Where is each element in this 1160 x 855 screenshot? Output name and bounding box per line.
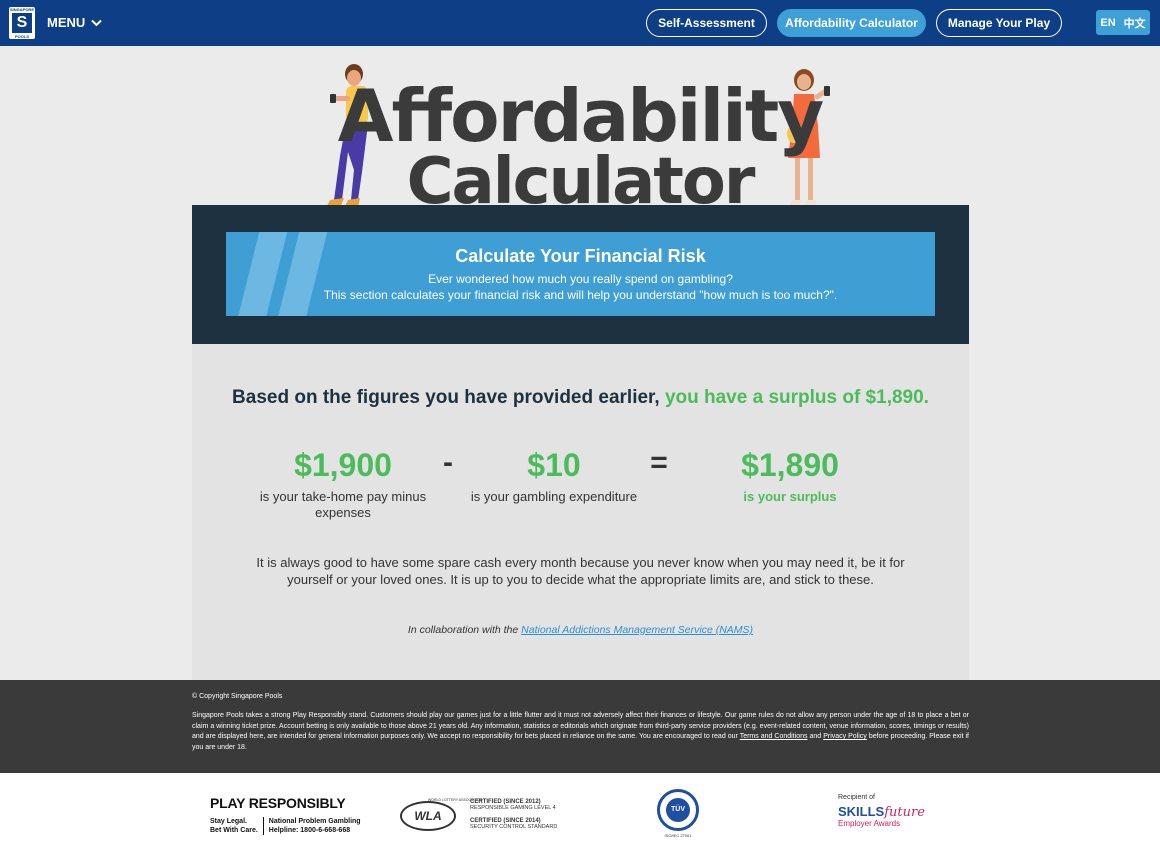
self-assessment-button[interactable]: Self-Assessment — [646, 9, 767, 37]
logo-letter: S — [12, 13, 32, 33]
manage-your-play-button[interactable]: Manage Your Play — [936, 9, 1062, 37]
equals-operator: = — [650, 446, 668, 479]
pr-left2: Bet With Care. — [210, 827, 258, 834]
language-switcher[interactable]: EN 中文 — [1096, 10, 1150, 35]
surplus-description: is your surplus — [743, 489, 837, 504]
advice-text: It is always good to have some spare cas… — [256, 555, 905, 587]
wla-cert1-desc: RESPONSIBLE GAMING LEVEL 4 — [470, 805, 556, 811]
collab-prefix: In collaboration with the — [407, 624, 519, 636]
sf-awards: Employer Awards — [838, 819, 901, 828]
collaboration-note: In collaboration with the National Addic… — [192, 624, 969, 636]
sf-skills: SKILLS — [838, 804, 885, 819]
pr-title: PLAY RESPONSIBLY — [210, 795, 346, 811]
financial-risk-banner: Calculate Your Financial Risk Ever wonde… — [226, 232, 935, 316]
sf-recipient: Recipient of — [838, 794, 875, 801]
tuv-certification-badge: TÜV — [657, 789, 699, 831]
banner-line1: Ever wondered how much you really spend … — [428, 272, 733, 286]
nams-link[interactable]: National Addictions Management Service (… — [521, 624, 753, 636]
chevron-down-icon — [91, 19, 102, 26]
lang-zh[interactable]: 中文 — [1124, 15, 1146, 31]
disclaimer-text: Singapore Pools takes a strong Play Resp… — [192, 711, 969, 753]
income-description: is your take-home pay minus expenses — [259, 489, 427, 520]
tuv-caption: ISO/IEC 27001 — [664, 833, 692, 838]
lang-en[interactable]: EN — [1100, 17, 1115, 29]
wla-logo-mark: WLA — [400, 801, 456, 831]
logo-bottom-text: POOLS — [14, 34, 29, 39]
copyright-text: © Copyright Singapore Pools — [192, 693, 283, 700]
wla-certification-logo: WLA WORLD LOTTERY ASSOCIATION CERTIFIED … — [400, 797, 560, 833]
top-navigation-bar: SINGAPORE S POOLS MENU Self-Assessment A… — [0, 0, 1160, 46]
tuv-label: TÜV — [666, 798, 690, 822]
result-section: Based on the figures you have provided e… — [192, 344, 969, 680]
logo-top-text: SINGAPORE — [9, 7, 34, 12]
menu-button[interactable]: MENU — [47, 15, 102, 30]
banner-line2: This section calculates your financial r… — [323, 288, 838, 302]
summary-highlight: you have a surplus of $1,890. — [664, 387, 929, 408]
income-amount: $1,900 — [294, 447, 392, 483]
pr-helpline: Helpline: 1800-6-668-668 — [268, 827, 351, 834]
play-responsibly-logo: PLAY RESPONSIBLY Stay Legal. Bet With Ca… — [210, 795, 361, 835]
affordability-calculator-button[interactable]: Affordability Calculator — [777, 9, 926, 37]
terms-link[interactable]: Terms and Conditions — [740, 733, 808, 740]
banner-title: Calculate Your Financial Risk — [455, 246, 706, 266]
footer: © Copyright Singapore Pools Singapore Po… — [0, 680, 1160, 773]
pr-right1: National Problem Gambling — [268, 818, 361, 825]
gambling-description: is your gambling expenditure — [470, 489, 638, 504]
privacy-link[interactable]: Privacy Policy — [823, 733, 867, 740]
pr-left1: Stay Legal. — [210, 818, 247, 825]
menu-label: MENU — [47, 15, 86, 30]
result-summary: Based on the figures you have provided e… — [192, 387, 969, 409]
skillsfuture-award-logo: Recipient of SKILLSfuture Employer Award… — [838, 794, 928, 828]
wla-cert2-desc: SECURITY CONTROL STANDARD — [470, 824, 558, 830]
partner-logos: PLAY RESPONSIBLY Stay Legal. Bet With Ca… — [0, 773, 1160, 855]
sf-future: future — [884, 805, 925, 820]
summary-prefix: Based on the figures you have provided e… — [232, 387, 660, 408]
and-text: and — [809, 733, 822, 740]
surplus-amount: $1,890 — [741, 447, 839, 483]
singapore-pools-logo[interactable]: SINGAPORE S POOLS — [9, 7, 35, 39]
gambling-amount: $10 — [527, 447, 581, 483]
